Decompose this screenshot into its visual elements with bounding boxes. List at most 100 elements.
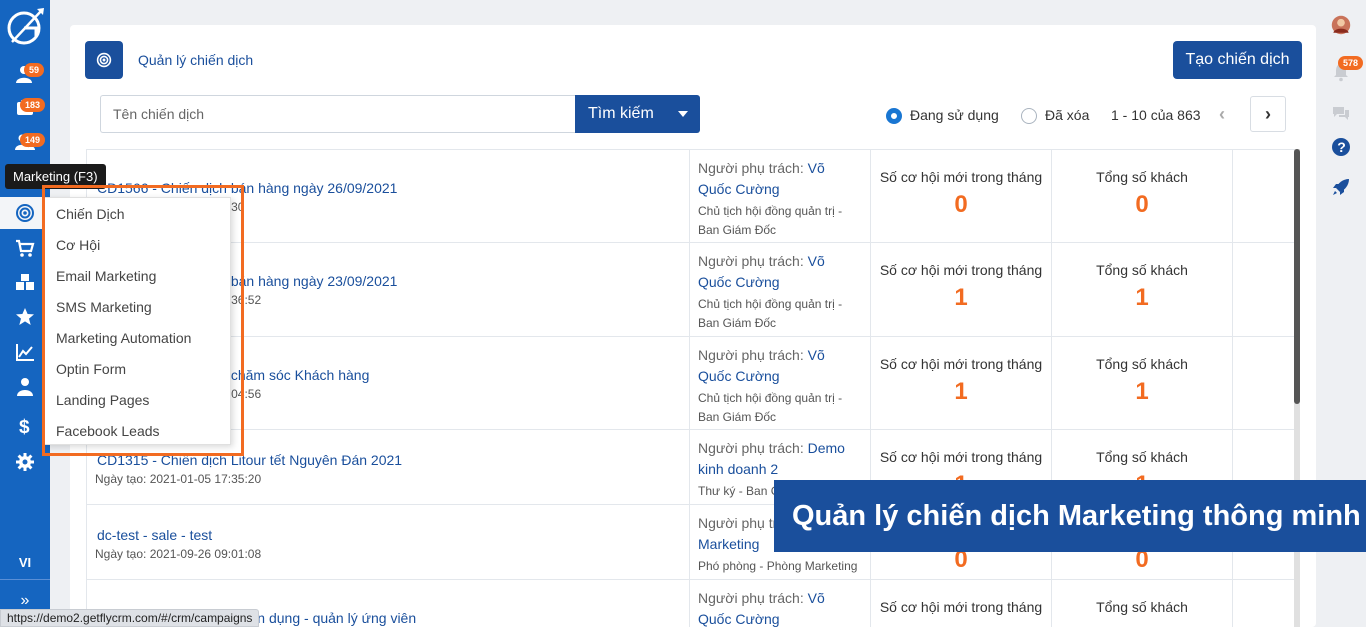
campaign-search-input[interactable] — [100, 95, 575, 133]
owner-cell: Người phụ trách: Võ Quốc Cường — [690, 580, 871, 627]
owner-line: Người phụ trách: Võ Quốc Cường — [698, 588, 862, 627]
new-opportunities-value[interactable]: 1 — [871, 284, 1051, 312]
avatar-icon — [1331, 15, 1351, 35]
search-button-label: Tìm kiếm — [588, 105, 654, 122]
target-icon — [16, 204, 34, 222]
sidebar-item-finance[interactable]: $ — [0, 410, 50, 442]
owner-prefix: Người phụ trách: — [698, 160, 804, 176]
table-row[interactable]: CD1565 - Chiến dịch bán hàng ngày 23/09/… — [87, 243, 1295, 337]
filter-deleted-radio[interactable] — [1021, 108, 1037, 124]
campaign-created-date: Ngày tạo: 2021-09-26 09:01:08 — [95, 547, 262, 561]
total-customers-value[interactable]: 1 — [1052, 284, 1232, 312]
total-customers-label: Tổng số khách — [1096, 262, 1188, 278]
scrollbar-thumb[interactable] — [1294, 149, 1300, 404]
promo-banner: Quản lý chiến dịch Marketing thông minh — [774, 480, 1366, 552]
line-chart-icon — [16, 344, 34, 361]
new-opportunities-cell: Số cơ hội mới trong tháng 1 — [871, 243, 1052, 336]
campaign-name-link[interactable]: CD1315 - Chiến dịch Litour tết Nguyên Đá… — [97, 452, 402, 468]
menu-item-sms-marketing[interactable]: SMS Marketing — [56, 299, 152, 315]
sidebar-divider — [0, 579, 50, 580]
sidebar-item-hr[interactable] — [0, 371, 50, 403]
search-button[interactable]: Tìm kiếm — [575, 95, 700, 133]
target-icon — [96, 52, 112, 68]
row-actions-cell — [1233, 337, 1295, 429]
help-icon: ? — [1332, 138, 1350, 156]
gear-icon — [16, 453, 34, 471]
table-row[interactable]: CD1566 - Chiến dịch bán hàng ngày 26/09/… — [87, 150, 1295, 243]
new-opportunities-label: Số cơ hội mới trong tháng — [879, 356, 1043, 372]
menu-item-opportunities[interactable]: Cơ Hội — [56, 237, 100, 253]
status-bar-url: https://demo2.getflycrm.com/#/crm/campai… — [0, 609, 260, 627]
table-row[interactable]: CD1000 - Chiến dịch tuyển dụng - quản lý… — [87, 580, 1295, 627]
expand-sidebar-button[interactable]: » — [0, 592, 50, 610]
row-actions-cell — [1233, 150, 1295, 242]
filter-active-radio[interactable] — [886, 108, 902, 124]
menu-item-facebook-leads[interactable]: Facebook Leads — [56, 423, 160, 439]
language-switch[interactable]: VI — [0, 555, 50, 575]
rocket-icon — [1333, 179, 1349, 195]
help-button[interactable]: ? — [1328, 134, 1354, 160]
sidebar-item-products[interactable] — [0, 266, 50, 298]
star-icon — [16, 308, 34, 325]
total-customers-value[interactable]: 1 — [1052, 378, 1232, 406]
accounts-badge: 149 — [20, 133, 46, 147]
owner-role: Chủ tịch hội đồng quản trị - Ban Giám Đố… — [698, 297, 843, 330]
table-row[interactable]: CD1564 - Chiến dịch chăm sóc Khách hàng … — [87, 337, 1295, 430]
owner-line: Người phụ trách: Võ Quốc Cường — [698, 251, 862, 293]
total-customers-label: Tổng số khách — [1096, 169, 1188, 185]
campaign-name-link[interactable]: dc-test - sale - test — [97, 527, 212, 543]
menu-item-marketing-automation[interactable]: Marketing Automation — [56, 330, 191, 346]
menu-item-optin-form[interactable]: Optin Form — [56, 361, 126, 377]
marketing-tooltip: Marketing (F3) — [5, 164, 106, 189]
menu-item-email-marketing[interactable]: Email Marketing — [56, 268, 156, 284]
total-customers-cell: Tổng số khách — [1052, 580, 1233, 627]
left-sidebar: 59 183 149 $ VI » — [0, 0, 50, 627]
create-campaign-button[interactable]: Tạo chiến dịch — [1173, 41, 1302, 79]
owner-prefix: Người phụ trách: — [698, 440, 804, 456]
total-customers-cell: Tổng số khách 1 — [1052, 243, 1233, 336]
row-actions-cell — [1233, 580, 1295, 627]
total-customers-value[interactable]: 0 — [1052, 191, 1232, 219]
sidebar-item-sales[interactable] — [0, 232, 50, 264]
owner-cell: Người phụ trách: Võ Quốc Cường Chủ tịch … — [690, 150, 871, 242]
campaign-header-icon — [85, 41, 123, 79]
next-page-button[interactable]: › — [1250, 96, 1286, 132]
sidebar-item-reports[interactable] — [0, 336, 50, 368]
new-opportunities-label: Số cơ hội mới trong tháng — [879, 449, 1043, 465]
owner-cell: Người phụ trách: Võ Quốc Cường Chủ tịch … — [690, 337, 871, 429]
getfly-logo[interactable] — [4, 6, 46, 48]
new-opportunities-cell: Số cơ hội mới trong tháng 1 — [871, 337, 1052, 429]
chat-button[interactable] — [1328, 100, 1354, 126]
launch-button[interactable] — [1328, 174, 1354, 200]
sidebar-item-marketing[interactable] — [0, 197, 50, 229]
total-customers-cell: Tổng số khách 0 — [1052, 150, 1233, 242]
filter-deleted-label: Đã xóa — [1045, 107, 1090, 123]
new-opportunities-value[interactable]: 1 — [871, 378, 1051, 406]
cubes-icon — [16, 274, 34, 290]
campaign-name-cell: dc-test - sale - test Ngày tạo: 2021-09-… — [87, 505, 690, 579]
row-actions-cell — [1233, 243, 1295, 336]
sidebar-item-settings[interactable] — [0, 446, 50, 478]
owner-line: Người phụ trách: Demo kinh doanh 2 — [698, 438, 862, 480]
chat-icon — [1333, 107, 1349, 120]
dollar-icon: $ — [19, 417, 30, 436]
owner-prefix: Người phụ trách: — [698, 253, 804, 269]
svg-text:$: $ — [19, 417, 30, 436]
sidebar-item-favorites[interactable] — [0, 301, 50, 333]
new-opportunities-label: Số cơ hội mới trong tháng — [879, 262, 1043, 278]
tasks-badge: 183 — [20, 98, 46, 112]
campaign-name-link[interactable]: CD1566 - Chiến dịch bán hàng ngày 26/09/… — [97, 180, 397, 196]
menu-item-campaigns[interactable]: Chiến Dịch — [56, 206, 124, 222]
campaign-table: CD1566 - Chiến dịch bán hàng ngày 26/09/… — [86, 149, 1295, 627]
prev-page-button[interactable]: ‹ — [1204, 96, 1240, 132]
menu-item-landing-pages[interactable]: Landing Pages — [56, 392, 149, 408]
total-customers-cell: Tổng số khách 1 — [1052, 337, 1233, 429]
chevron-down-icon[interactable] — [678, 111, 688, 117]
pagination-info: 1 - 10 của 863 — [1111, 107, 1201, 123]
user-avatar[interactable] — [1328, 12, 1354, 38]
owner-line: Người phụ trách: Võ Quốc Cường — [698, 345, 862, 387]
filter-active-label: Đang sử dụng — [910, 107, 999, 123]
campaign-created-date: Ngày tạo: 2021-01-05 17:35:20 — [95, 472, 262, 486]
total-customers-label: Tổng số khách — [1096, 356, 1188, 372]
new-opportunities-value[interactable]: 0 — [871, 191, 1051, 219]
